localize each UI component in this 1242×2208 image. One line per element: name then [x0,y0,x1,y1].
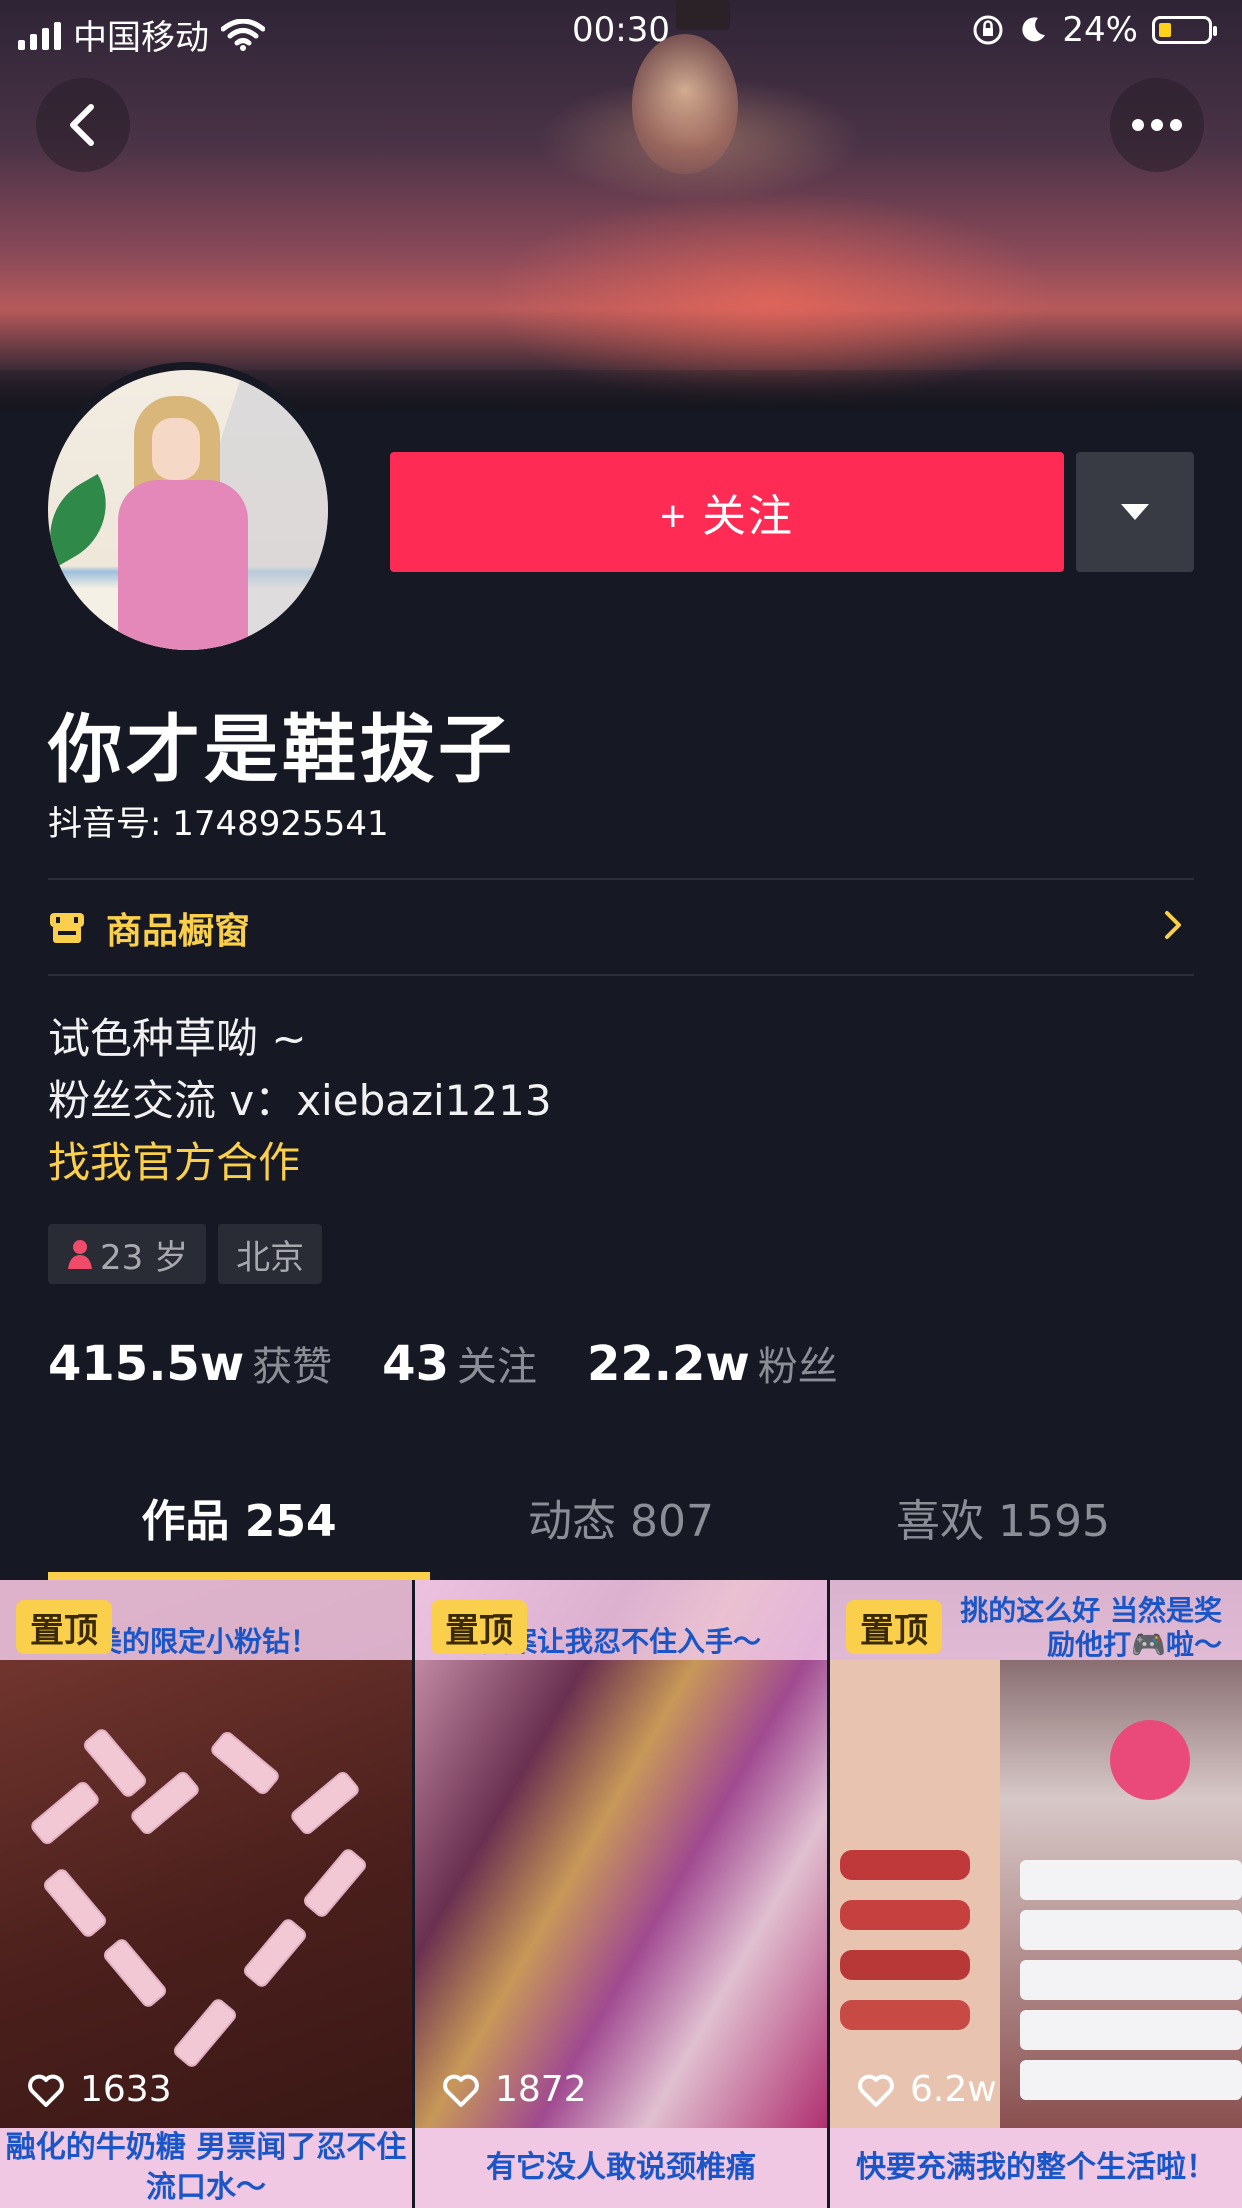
followers-count[interactable]: 22.2w [587,1336,750,1392]
bio-line: 试色种草呦 ~ [48,1014,307,1063]
bio-line: 粉丝交流 v：xiebazi1213 [48,1076,552,1125]
follow-dropdown-button[interactable] [1076,452,1194,572]
video-caption: 融化的牛奶糖 男票闻了忍不住流口水～ [0,2128,412,2208]
video-likes: 1872 [441,2069,587,2110]
avatar-illustration [48,370,328,650]
orientation-lock-icon [973,15,1003,45]
chevron-right-icon [1165,911,1181,939]
heart-icon [858,2074,894,2107]
pinned-badge: 置顶 [431,1600,527,1654]
profile-stats: 415.5w 获赞 43 关注 22.2w 粉丝 [48,1334,838,1392]
tab-moments[interactable]: 动态 807 [430,1492,812,1574]
heart-icon [28,2074,64,2107]
video-caption: 有它没人敢说颈椎痛 [415,2128,827,2208]
profile-tags: 23 岁 北京 [48,1224,323,1284]
video-likes: 1633 [26,2069,172,2110]
lipstick-heart-graphic [31,1729,367,2067]
tab-indicator [48,1572,430,1580]
video-thumbnail[interactable]: 融化的牛奶糖 男票闻了忍不住流口水～ [0,2128,412,2208]
likes-label: 获赞 [252,1344,333,1390]
divider [48,974,1194,976]
swatch-graphic [830,1660,1242,2128]
video-thumbnail[interactable]: 快要充满我的整个生活啦！ [830,2128,1242,2208]
moon-icon [1022,17,1046,42]
business-contact-link[interactable]: 找我官方合作 [48,1132,552,1194]
pinned-badge: 置顶 [846,1600,942,1654]
status-bar: 中国移动 00:30 24% [0,0,1242,60]
video-likes-count: 1633 [80,2069,172,2110]
battery-percent: 24% [1062,10,1138,50]
video-thumbnail[interactable]: 美的限定小粉钻！ 置顶 1633 [0,1580,412,2128]
battery-icon [1152,16,1217,44]
followers-label[interactable]: 粉丝 [758,1334,838,1392]
following-count[interactable]: 43 [382,1336,449,1392]
store-icon [50,913,84,943]
profile-bio: 试色种草呦 ~ 粉丝交流 v：xiebazi1213 找我官方合作 [48,1008,552,1194]
video-grid: 美的限定小粉钻！ 置顶 1633 图案让我忍不住入手～ 置顶 1872 挑的这么… [0,1580,1242,2208]
chevron-left-icon [70,104,94,146]
divider [48,878,1194,880]
profile-nickname: 你才是鞋拔子 [48,707,516,793]
female-user-icon [68,1240,92,1269]
video-likes: 6.2w [856,2069,997,2110]
douyin-id: 抖音号: 1748925541 [48,804,389,844]
video-caption: 快要充满我的整个生活啦！ [830,2128,1242,2208]
follow-button[interactable]: + 关注 [390,452,1064,572]
back-button[interactable] [36,78,130,172]
video-thumbnail[interactable]: 图案让我忍不住入手～ 置顶 1872 [415,1580,827,2128]
tab-likes[interactable]: 喜欢 1595 [812,1492,1194,1574]
location-tag: 北京 [218,1224,323,1284]
avatar[interactable] [40,362,336,658]
profile-tabs: 作品 254 动态 807 喜欢 1595 [48,1492,1194,1574]
video-likes-count: 6.2w [910,2069,997,2110]
caret-down-icon [1121,504,1149,520]
pinned-badge: 置顶 [16,1600,112,1654]
ellipsis-icon [1132,119,1182,131]
age-tag: 23 岁 [48,1224,207,1284]
profile-cover-image [0,0,1242,412]
tab-works[interactable]: 作品 254 [48,1492,430,1574]
following-label[interactable]: 关注 [457,1334,537,1392]
more-options-button[interactable] [1110,78,1204,172]
video-thumbnail[interactable]: 挑的这么好 当然是奖励他打🎮啦～ 置顶 6.2w [830,1580,1242,2128]
video-likes-count: 1872 [495,2069,587,2110]
video-thumbnail[interactable]: 有它没人敢说颈椎痛 [415,2128,827,2208]
age-tag-label: 23 岁 [100,1237,189,1278]
likes-count: 415.5w [48,1336,245,1392]
heart-icon [443,2074,479,2107]
shop-window-label: 商品橱窗 [106,911,251,952]
shop-window-entry[interactable]: 商品橱窗 [48,896,1194,960]
